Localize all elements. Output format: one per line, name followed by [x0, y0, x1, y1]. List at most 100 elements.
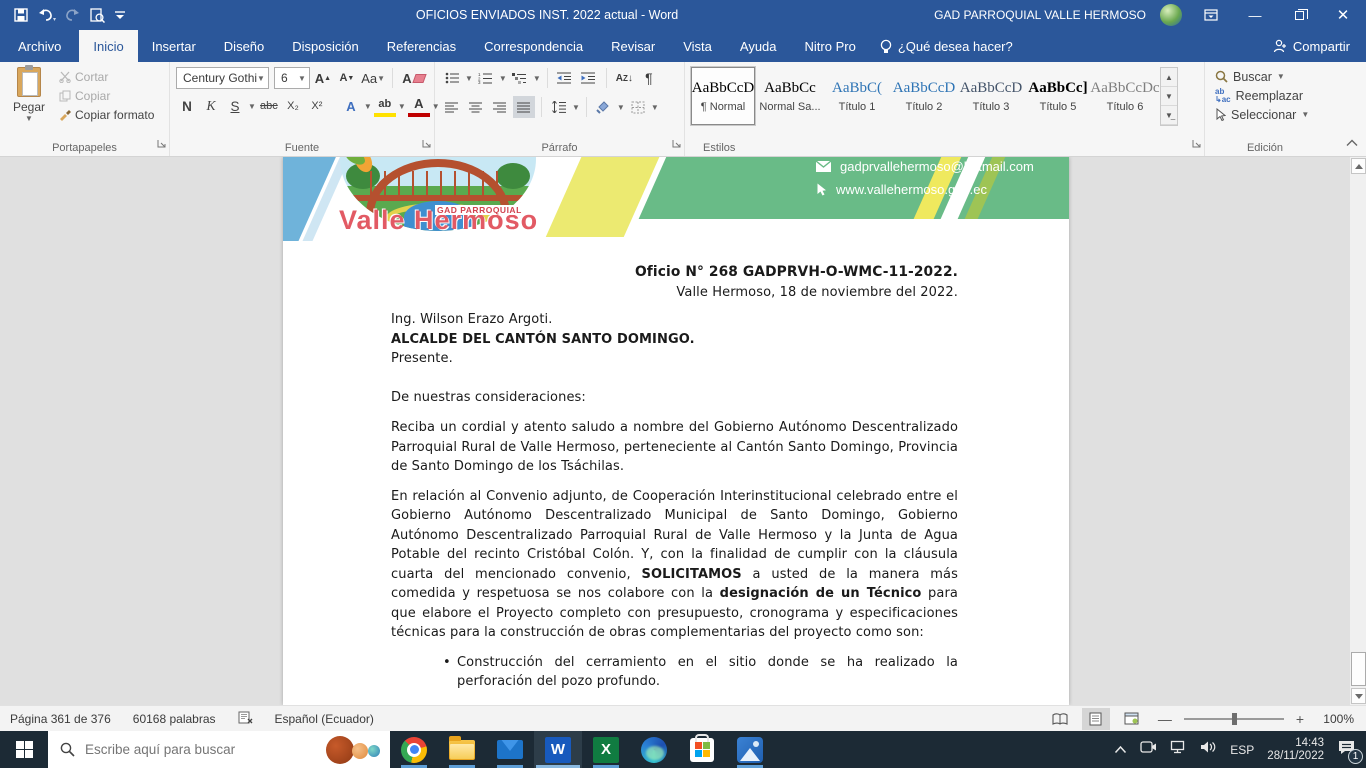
fuente-dialog-launcher[interactable] [422, 135, 431, 153]
style-titulo-5[interactable]: AaBbCc] Título 5 [1026, 67, 1090, 125]
portapapeles-dialog-launcher[interactable] [157, 135, 166, 153]
line-spacing-caret[interactable]: ▼ [572, 103, 580, 112]
text-effects-button[interactable]: A [340, 95, 362, 117]
style-sin-espaciado[interactable]: AaBbCc Normal Sa... [758, 67, 822, 125]
document-canvas[interactable]: GAD PARROQUIAL Valle Hermoso (02)2770220… [0, 157, 1366, 705]
notification-center-button[interactable]: 1 [1337, 739, 1363, 764]
sort-button[interactable]: A Z ↓ [613, 67, 636, 89]
tray-chevron-icon[interactable] [1114, 741, 1127, 759]
ribbon-display-options-icon[interactable] [1196, 4, 1226, 26]
style-titulo-2[interactable]: AaBbCcD Título 2 [892, 67, 956, 125]
justify-button[interactable] [513, 96, 535, 118]
strikethrough-button[interactable]: abc [258, 95, 280, 117]
decrease-indent-button[interactable] [554, 67, 576, 89]
tab-inicio[interactable]: Inicio [79, 30, 138, 62]
tab-referencias[interactable]: Referencias [373, 30, 470, 62]
search-input[interactable] [85, 742, 316, 757]
styles-more-button[interactable]: ▼̲ [1161, 106, 1177, 125]
proofing-icon[interactable] [238, 711, 253, 727]
tray-clock[interactable]: 14:43 28/11/2022 [1267, 737, 1324, 763]
undo-button[interactable] [38, 8, 56, 22]
restore-button[interactable] [1284, 4, 1314, 26]
minimize-button[interactable]: — [1240, 4, 1270, 26]
zoom-out-button[interactable]: — [1154, 711, 1176, 727]
tell-me-box[interactable]: ¿Qué desea hacer? [870, 30, 1023, 62]
styles-scroll-down[interactable]: ▼ [1161, 87, 1177, 106]
tab-vista[interactable]: Vista [669, 30, 726, 62]
grow-font-button[interactable]: A ▲ [312, 67, 334, 89]
zoom-level[interactable]: 100% [1316, 712, 1354, 726]
tab-revisar[interactable]: Revisar [597, 30, 669, 62]
bullet-list-button[interactable] [441, 67, 463, 89]
line-spacing-button[interactable] [548, 96, 570, 118]
align-left-button[interactable] [441, 96, 463, 118]
taskbar-mail[interactable] [486, 731, 534, 768]
paste-dropdown-caret[interactable]: ▼ [25, 114, 33, 123]
page-indicator[interactable]: Página 361 de 376 [10, 712, 111, 726]
start-button[interactable] [0, 731, 48, 768]
taskbar-edge[interactable] [630, 731, 678, 768]
italic-button[interactable]: K [200, 95, 222, 117]
tab-insertar[interactable]: Insertar [138, 30, 210, 62]
shading-button[interactable] [593, 96, 615, 118]
format-painter-button[interactable]: Copiar formato [56, 107, 157, 123]
taskbar-search[interactable] [48, 731, 390, 768]
paste-button[interactable]: Pegar ▼ [6, 65, 52, 140]
shrink-font-button[interactable]: A ▼ [336, 67, 358, 89]
styles-scroll-up[interactable]: ▲ [1161, 68, 1177, 87]
align-right-button[interactable] [489, 96, 511, 118]
print-layout-button[interactable] [1081, 707, 1110, 730]
tab-archivo[interactable]: Archivo [0, 30, 79, 62]
bullet-list-caret[interactable]: ▼ [465, 74, 473, 83]
zoom-slider[interactable] [1183, 712, 1284, 725]
meet-now-icon[interactable] [1140, 740, 1157, 759]
find-button[interactable]: Buscar ▼ [1215, 67, 1319, 86]
language-tray[interactable]: ESP [1230, 743, 1254, 757]
superscript-button[interactable]: X² [306, 95, 328, 117]
taskbar-photos[interactable] [726, 731, 774, 768]
select-button[interactable]: Seleccionar ▼ [1215, 105, 1319, 124]
highlight-button[interactable]: ab [373, 95, 396, 117]
scroll-up-button[interactable] [1351, 158, 1366, 174]
account-avatar[interactable] [1160, 4, 1182, 26]
tab-disposicion[interactable]: Disposición [278, 30, 372, 62]
read-mode-button[interactable] [1046, 708, 1074, 730]
style-titulo-6[interactable]: AaBbCcDc Título 6 [1090, 67, 1159, 125]
taskbar-excel[interactable]: X [582, 731, 630, 768]
font-name-combo[interactable]: Century Gothi ▼ [176, 67, 269, 89]
search-highlights-icon[interactable] [326, 735, 382, 765]
numbered-list-caret[interactable]: ▼ [499, 74, 507, 83]
estilos-dialog-launcher[interactable] [1192, 135, 1201, 153]
share-button[interactable]: Compartir [1273, 30, 1366, 62]
tab-nitro-pro[interactable]: Nitro Pro [791, 30, 870, 62]
close-button[interactable]: ✕ [1328, 4, 1358, 26]
style-titulo-1[interactable]: AaBbC(Título 1 [825, 67, 889, 125]
subscript-button[interactable]: X₂ [282, 95, 304, 117]
print-preview-icon[interactable] [90, 7, 105, 23]
document-page[interactable]: GAD PARROQUIAL Valle Hermoso (02)2770220… [283, 157, 1069, 705]
vertical-scrollbar[interactable] [1349, 157, 1366, 705]
text-effects-caret[interactable]: ▼ [364, 102, 372, 111]
underline-caret[interactable]: ▼ [248, 102, 256, 111]
word-count[interactable]: 60168 palabras [133, 712, 216, 726]
multilevel-list-button[interactable] [509, 67, 531, 89]
zoom-in-button[interactable]: + [1292, 711, 1308, 727]
bold-button[interactable]: N [176, 95, 198, 117]
clear-formatting-button[interactable]: A [399, 67, 428, 89]
copy-button[interactable]: Copiar [56, 88, 157, 104]
scrollbar-thumb[interactable] [1351, 652, 1366, 686]
increase-indent-button[interactable] [578, 67, 600, 89]
save-icon[interactable] [14, 8, 28, 22]
qat-customize-icon[interactable] [115, 10, 125, 20]
tab-diseno[interactable]: Diseño [210, 30, 278, 62]
taskbar-store[interactable] [678, 731, 726, 768]
show-marks-button[interactable]: ¶ [638, 67, 660, 89]
tab-ayuda[interactable]: Ayuda [726, 30, 791, 62]
taskbar-word[interactable]: W [534, 731, 582, 768]
web-layout-button[interactable] [1118, 708, 1146, 730]
account-name[interactable]: GAD PARROQUIAL VALLE HERMOSO [934, 8, 1146, 22]
volume-icon[interactable] [1200, 740, 1217, 759]
language-indicator[interactable]: Español (Ecuador) [275, 712, 374, 726]
borders-button[interactable] [627, 96, 649, 118]
scroll-down-button[interactable] [1351, 688, 1366, 704]
